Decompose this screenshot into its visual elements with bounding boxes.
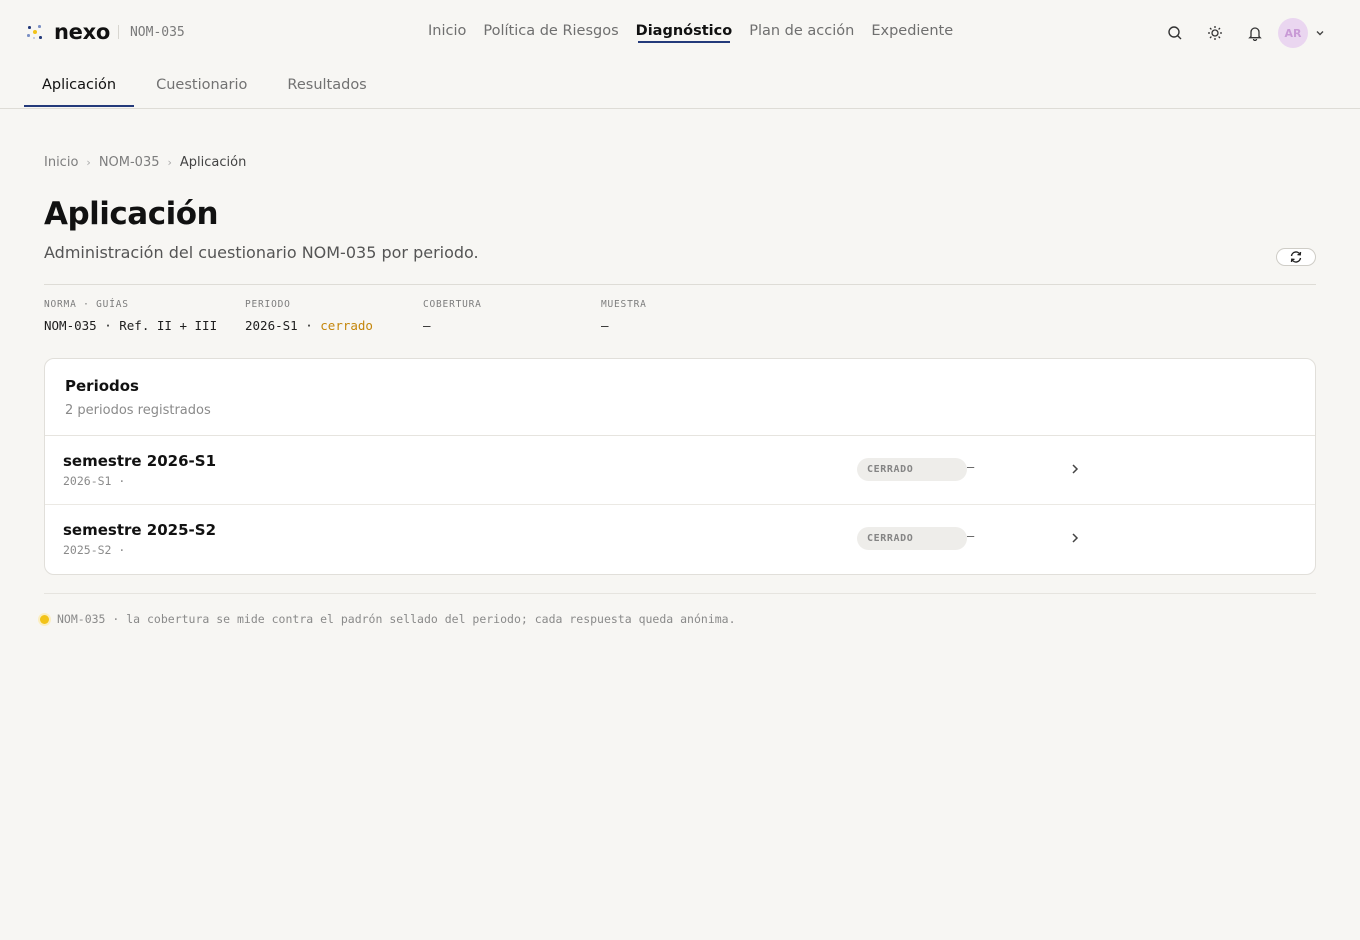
tab-cuestionario[interactable]: Cuestionario — [138, 66, 265, 107]
brand-logo-icon — [26, 23, 44, 41]
header-tools: AR — [1150, 18, 1330, 48]
open-period-button[interactable] — [1067, 530, 1083, 546]
refresh-icon — [1290, 251, 1302, 263]
refresh-button[interactable] — [1276, 248, 1316, 266]
tabs-divider — [0, 108, 1360, 109]
period-name: semestre 2025-S2 — [63, 521, 217, 539]
divider — [44, 284, 1316, 285]
stat-period-status: cerrado — [320, 318, 373, 333]
stat-value: — — [601, 318, 609, 333]
status-badge: CERRADO — [857, 527, 967, 550]
breadcrumb-item-inicio[interactable]: Inicio — [44, 155, 78, 170]
periods-subtitle: 2 periodos registrados — [65, 403, 211, 418]
period-coverage: — — [967, 460, 975, 474]
nav-item-inicio[interactable]: Inicio — [428, 23, 466, 39]
open-period-button[interactable] — [1067, 461, 1083, 477]
nav-item-politica-de-riesgos[interactable]: Política de Riesgos — [483, 23, 618, 39]
stat-cobertura: COBERTURA — — [423, 299, 482, 333]
theme-toggle-button[interactable] — [1200, 18, 1230, 48]
sub-tabs: Aplicación Cuestionario Resultados — [24, 66, 389, 107]
tab-aplicacion[interactable]: Aplicación — [24, 66, 135, 107]
breadcrumb-separator-icon: › — [86, 156, 91, 169]
breadcrumb-separator-icon: › — [167, 156, 172, 169]
nav-item-expediente[interactable]: Expediente — [871, 23, 953, 39]
list-item[interactable]: semestre 2026-S1 2026-S1 · CERRADO — — [45, 436, 1315, 505]
avatar[interactable]: AR — [1278, 18, 1308, 48]
main-nav: Inicio Política de Riesgos Diagnóstico P… — [428, 23, 953, 43]
stat-norma: NORMA · GUÍAS NOM-035 · Ref. II + III — [44, 299, 217, 333]
stat-value: — — [423, 318, 431, 333]
nav-item-plan-de-accion[interactable]: Plan de acción — [749, 23, 854, 39]
chevron-right-icon — [1072, 464, 1079, 474]
brand[interactable]: nexo NOM-035 — [26, 20, 185, 44]
periods-title: Periodos — [65, 377, 139, 395]
stat-label: COBERTURA — [423, 299, 482, 310]
divider — [44, 593, 1316, 594]
page-description: Administración del cuestionario NOM-035 … — [44, 243, 479, 262]
footnote: NOM-035 · la cobertura se mide contra el… — [40, 612, 736, 626]
status-dot-icon — [40, 614, 49, 624]
stat-value: 2026-S1 · cerrado — [245, 318, 373, 333]
periods-card-header: Periodos 2 periodos registrados — [45, 359, 1315, 436]
stat-period-value: 2026-S1 · — [245, 318, 321, 333]
page-title: Aplicación — [44, 196, 219, 232]
notifications-button[interactable] — [1240, 18, 1270, 48]
period-meta: 2025-S2 · — [63, 543, 126, 557]
periods-card: Periodos 2 periodos registrados semestre… — [44, 358, 1316, 575]
nav-item-diagnostico[interactable]: Diagnóstico — [636, 23, 732, 43]
sun-icon — [1208, 26, 1222, 40]
stat-value: NOM-035 · Ref. II + III — [44, 318, 218, 333]
chevron-down-icon — [1316, 31, 1324, 36]
brand-context: NOM-035 — [129, 24, 185, 40]
stat-periodo: PERIODO 2026-S1 · cerrado — [245, 299, 373, 333]
brand-name: nexo — [54, 20, 110, 44]
period-meta: 2026-S1 · — [63, 474, 126, 488]
period-name: semestre 2026-S1 — [63, 452, 217, 470]
list-item[interactable]: semestre 2025-S2 2025-S2 · CERRADO — — [45, 505, 1315, 574]
period-coverage: — — [967, 529, 975, 543]
chevron-right-icon — [1072, 533, 1079, 543]
tab-resultados[interactable]: Resultados — [269, 66, 384, 107]
bell-icon — [1248, 27, 1262, 41]
breadcrumb-item-nom-035[interactable]: NOM-035 — [99, 155, 160, 170]
status-badge: CERRADO — [857, 458, 967, 481]
footnote-text: NOM-035 · la cobertura se mide contra el… — [57, 612, 736, 626]
user-menu-button[interactable] — [1310, 18, 1330, 48]
breadcrumb: Inicio › NOM-035 › Aplicación — [44, 155, 246, 170]
stat-muestra: MUESTRA — — [601, 299, 647, 333]
search-icon — [1168, 26, 1182, 40]
stat-label: MUESTRA — [601, 299, 647, 310]
stat-label: NORMA · GUÍAS — [44, 299, 129, 310]
search-button[interactable] — [1160, 18, 1190, 48]
breadcrumb-current: Aplicación — [179, 155, 247, 170]
top-bar: nexo NOM-035 Inicio Política de Riesgos … — [0, 0, 1360, 66]
brand-divider — [117, 25, 119, 39]
stat-label: PERIODO — [245, 299, 291, 310]
